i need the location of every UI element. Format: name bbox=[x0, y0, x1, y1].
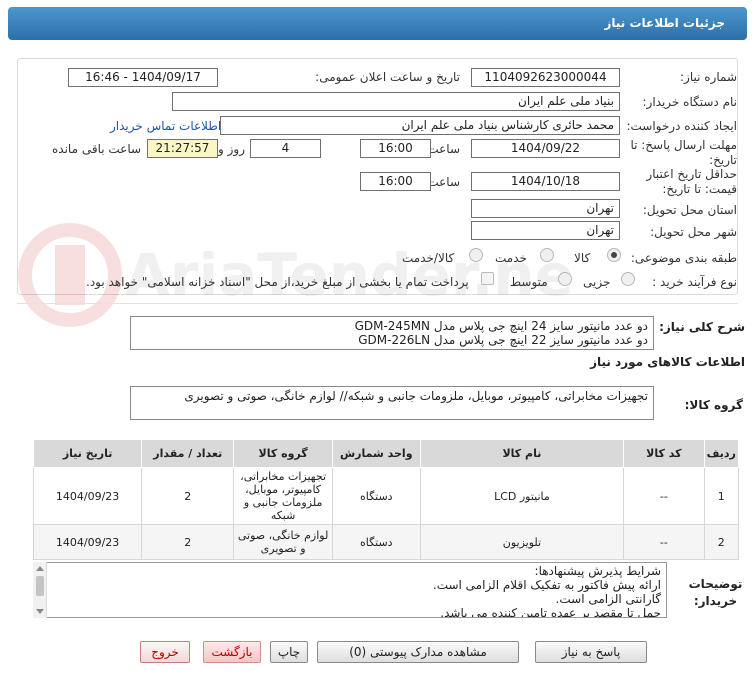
province-label: استان محل تحویل: bbox=[642, 203, 737, 217]
exit-button[interactable]: خروج bbox=[140, 641, 190, 663]
validity-time-label: ساعت bbox=[427, 175, 460, 189]
deadline-label: مهلت ارسال پاسخ: تا تاریخ: bbox=[630, 138, 737, 167]
buyer-notes-label: توضیحات خریدار: bbox=[688, 577, 743, 608]
summary-field: دو عدد مانیتور سایز 24 اینچ جی پلاس مدل … bbox=[130, 316, 654, 350]
print-button[interactable]: چاپ bbox=[270, 641, 308, 663]
cell-quantity: 2 bbox=[141, 524, 235, 560]
category-radio-service[interactable] bbox=[540, 248, 554, 262]
creator-field: محمد حائری کارشناس بنیاد ملی علم ایران bbox=[220, 116, 620, 135]
table-row: 2 -- تلویزیون دستگاه لوازم خانگی، صوتی و… bbox=[32, 524, 739, 560]
days-label: روز و bbox=[218, 142, 245, 156]
reply-button[interactable]: پاسخ به نیاز bbox=[535, 641, 647, 663]
purchase-option-medium: متوسط bbox=[510, 275, 548, 289]
province-field: تهران bbox=[471, 199, 620, 218]
need-number-label: شماره نیاز: bbox=[680, 70, 737, 84]
creator-label: ایجاد کننده درخواست: bbox=[626, 119, 737, 133]
notes-line-4: حمل تا مقصد بر عهده تامین کننده می باشد. bbox=[440, 606, 661, 618]
scroll-up-icon[interactable] bbox=[36, 566, 44, 571]
cell-date: 1404/09/23 bbox=[32, 524, 143, 560]
notes-line-3: گارانتی الزامی است. bbox=[555, 592, 661, 606]
cell-group: تجهیزات مخابراتی، کامپیوتر، موبایل، ملزو… bbox=[233, 467, 333, 525]
cell-code: -- bbox=[623, 467, 705, 525]
goods-group-label: گروه کالا: bbox=[684, 398, 743, 412]
summary-line-2: دو عدد مانیتور سایز 22 اینچ جی پلاس مدل … bbox=[358, 333, 648, 347]
notes-line-1: شرایط پذیرش پیشنهادها: bbox=[534, 564, 661, 578]
purchase-type-label: نوع فرآیند خرید : bbox=[652, 275, 737, 289]
scroll-down-icon[interactable] bbox=[36, 609, 44, 614]
category-option-goods-service: کالا/خدمت bbox=[402, 251, 455, 265]
cell-row: 2 bbox=[703, 524, 739, 560]
buyer-notes-field[interactable]: شرایط پذیرش پیشنهادها: ارائه پیش فاکتور … bbox=[33, 562, 667, 618]
purchase-option-minor: جزیی bbox=[583, 275, 611, 289]
summary-label: شرح کلی نیاز: bbox=[659, 320, 745, 334]
category-option-service: خدمت bbox=[495, 251, 527, 265]
category-radio-goods[interactable] bbox=[607, 248, 621, 262]
purchase-radio-medium[interactable] bbox=[558, 272, 572, 286]
notes-line-2: ارائه پیش فاکتور به تفکیک اقلام الزامی ا… bbox=[432, 578, 661, 592]
cell-unit: دستگاه bbox=[331, 524, 421, 560]
buyer-field: بنیاد ملی علم ایران bbox=[172, 92, 620, 111]
treasury-payment-checkbox[interactable] bbox=[481, 272, 494, 285]
buyer-label: نام دستگاه خریدار: bbox=[642, 95, 738, 109]
validity-date-field: 1404/10/18 bbox=[471, 172, 620, 191]
col-name: نام کالا bbox=[419, 439, 625, 468]
cell-code: -- bbox=[623, 524, 705, 560]
col-group: گروه کالا bbox=[233, 439, 333, 468]
items-table: ردیف کد کالا نام کالا واحد شمارش گروه کا… bbox=[32, 439, 739, 560]
need-number-field: 1104092623000044 bbox=[471, 68, 620, 87]
summary-line-1: دو عدد مانیتور سایز 24 اینچ جی پلاس مدل … bbox=[354, 319, 648, 333]
announce-field: 1404/09/17 - 16:46 bbox=[68, 68, 218, 87]
page-header: جزئیات اطلاعات نیاز bbox=[8, 7, 747, 40]
view-attachments-button[interactable]: مشاهده مدارک پیوستی (0) bbox=[317, 641, 519, 663]
goods-group-field: تجهیزات مخابراتی، کامپیوتر، موبایل، ملزو… bbox=[130, 386, 654, 420]
notes-scrollbar[interactable] bbox=[33, 562, 47, 618]
category-label: طبقه بندی موضوعی: bbox=[630, 251, 737, 265]
category-radio-goods-service[interactable] bbox=[469, 248, 483, 262]
category-option-goods: کالا bbox=[574, 251, 591, 265]
time-remaining-field: 21:27:57 bbox=[147, 139, 218, 158]
col-date: تاریخ نیاز bbox=[32, 439, 143, 468]
cell-name: مانیتور LCD bbox=[419, 467, 625, 525]
validity-time-field: 16:00 bbox=[360, 172, 431, 191]
buyer-contact-link[interactable]: اطلاعات تماس خریدار bbox=[110, 119, 221, 133]
cell-quantity: 2 bbox=[141, 467, 235, 525]
table-header-row: ردیف کد کالا نام کالا واحد شمارش گروه کا… bbox=[32, 439, 739, 468]
deadline-date-field: 1404/09/22 bbox=[471, 139, 620, 158]
col-unit: واحد شمارش bbox=[331, 439, 421, 468]
cell-name: تلویزیون bbox=[419, 524, 625, 560]
back-button[interactable]: بازگشت bbox=[203, 641, 261, 663]
treasury-payment-note: پرداخت تمام یا بخشی از مبلغ خرید،از محل … bbox=[86, 275, 469, 289]
cell-group: لوازم خانگی، صوتی و تصویری bbox=[233, 524, 333, 560]
city-field: تهران bbox=[471, 221, 620, 240]
purchase-radio-minor[interactable] bbox=[621, 272, 635, 286]
announce-label: تاریخ و ساعت اعلان عمومی: bbox=[315, 70, 460, 84]
table-row: 1 -- مانیتور LCD دستگاه تجهیزات مخابراتی… bbox=[32, 467, 739, 525]
cell-date: 1404/09/23 bbox=[32, 467, 143, 525]
scroll-thumb[interactable] bbox=[36, 576, 44, 596]
deadline-time-label: ساعت bbox=[427, 142, 460, 156]
days-remaining-field: 4 bbox=[250, 139, 321, 158]
validity-label: حداقل تاریخ اعتبار قیمت: تا تاریخ: bbox=[646, 167, 737, 196]
page-title: جزئیات اطلاعات نیاز bbox=[604, 16, 725, 30]
city-label: شهر محل تحویل: bbox=[650, 225, 737, 239]
col-quantity: تعداد / مقدار bbox=[141, 439, 235, 468]
goods-section-title: اطلاعات کالاهای مورد نیاز bbox=[590, 355, 745, 369]
cell-row: 1 bbox=[703, 467, 739, 525]
col-code: کد کالا bbox=[623, 439, 705, 468]
section-divider bbox=[17, 303, 738, 304]
col-row: ردیف bbox=[703, 439, 739, 468]
cell-unit: دستگاه bbox=[331, 467, 421, 525]
time-remaining-label: ساعت باقی مانده bbox=[52, 142, 142, 156]
deadline-time-field: 16:00 bbox=[360, 139, 431, 158]
